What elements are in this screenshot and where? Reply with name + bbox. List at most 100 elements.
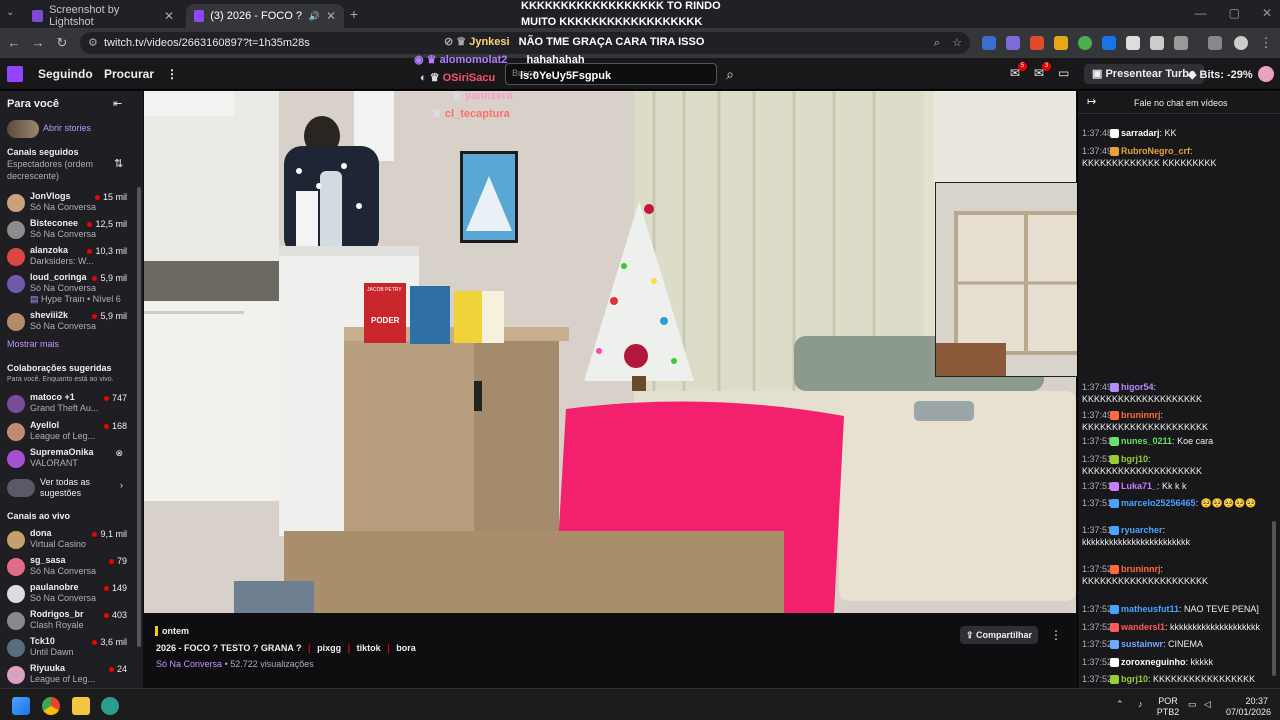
chat-username[interactable]: zoroxneguinho	[1121, 657, 1186, 667]
sidebar-channel[interactable]: Riyuuka League of Leg... 24	[6, 662, 141, 688]
show-more-link[interactable]: Mostrar mais	[7, 339, 59, 349]
close-window-button[interactable]: ✕	[1262, 6, 1272, 20]
chat-username[interactable]: bruninnrj	[1121, 564, 1161, 574]
back-icon[interactable]: ←	[6, 35, 22, 51]
clock-date: 07/01/2026	[1226, 707, 1272, 717]
extension-icon[interactable]	[982, 36, 996, 50]
collapse-sidebar-icon[interactable]: ⇤	[113, 97, 122, 110]
sidebar-channel[interactable]: Tck10 Until Dawn 3,6 mil	[6, 635, 141, 661]
chat-username[interactable]: sustainwr	[1121, 639, 1163, 649]
sidebar-channel[interactable]: paulanobre Só Na Conversa 149	[6, 581, 141, 607]
nav-following[interactable]: Seguindo	[38, 67, 93, 81]
clock[interactable]: 20:37 07/01/2026	[1226, 696, 1272, 718]
chat-username[interactable]: RubroNegro_crf	[1121, 146, 1190, 156]
speaker-icon[interactable]: 🔊	[309, 11, 320, 22]
extension-icon[interactable]	[1030, 36, 1044, 50]
tab-close-icon[interactable]: ✕	[164, 9, 174, 23]
search-input[interactable]: Busca ls:0YeUy5Fsgpuk	[505, 63, 717, 85]
chat-username[interactable]: matheusfut11	[1121, 604, 1179, 614]
sidebar-channel[interactable]: Bisteconee Só Na Conversa 12,5 mil	[6, 217, 141, 243]
sidebar-channel[interactable]: JonVlogs Só Na Conversa 15 mil	[6, 190, 141, 216]
language-indicator[interactable]: POR PTB2	[1155, 696, 1181, 718]
chat-username[interactable]: wandersl1	[1121, 622, 1165, 632]
notifications-badge: 5	[1018, 62, 1027, 71]
sidebar-channel[interactable]: Rodrigos_br Clash Royale 403	[6, 608, 141, 634]
chat-scrollbar[interactable]	[1272, 521, 1276, 676]
share-button[interactable]: ⇪ Compartilhar	[960, 626, 1039, 644]
sidebar-channel[interactable]: SupremaOnika VALORANT ⊗	[6, 446, 141, 472]
chrome-icon[interactable]	[42, 697, 60, 715]
zoom-icon[interactable]: ⌕	[934, 32, 940, 54]
overlay-chat-line: ◉ ♛ alomomolat2 hahahahah	[414, 53, 585, 66]
network-icon[interactable]: ▭	[1188, 699, 1197, 710]
tag-link[interactable]: bora	[396, 643, 416, 653]
see-all-suggestions[interactable]: Ver todas as sugestões ›	[6, 475, 141, 501]
chat-username[interactable]: bgrj10	[1121, 674, 1148, 684]
tray-chevron-icon[interactable]: ⌃	[1116, 699, 1124, 710]
sidebar-channel[interactable]: alanzoka Darksiders: W... 10,3 mil	[6, 244, 141, 270]
volume-icon[interactable]: ◁	[1204, 699, 1211, 710]
bookmark-star-icon[interactable]: ☆	[952, 32, 962, 54]
chat-colon: :	[1160, 410, 1164, 420]
nav-more-icon[interactable]: ⋮	[166, 67, 178, 81]
extension-icon[interactable]	[1006, 36, 1020, 50]
chat-username[interactable]: sarradarj	[1121, 128, 1160, 138]
globe-app-icon[interactable]	[101, 697, 119, 715]
viewer-count: 12,5 mil	[87, 219, 127, 229]
chat-expand-icon[interactable]: ↦	[1087, 95, 1096, 108]
microphone-icon[interactable]: ♪	[1138, 699, 1143, 710]
tab-lightshot[interactable]: Screenshot by Lightshot ✕	[24, 4, 182, 28]
profile-avatar[interactable]	[1234, 36, 1248, 50]
extension-icon[interactable]	[1078, 36, 1092, 50]
extension-icon[interactable]	[1102, 36, 1116, 50]
reload-icon[interactable]: ↻	[54, 35, 70, 51]
chat-username[interactable]: higor54	[1121, 382, 1154, 392]
forward-icon[interactable]: →	[30, 35, 46, 51]
chat-username[interactable]: Luka71_	[1121, 481, 1157, 491]
user-avatar[interactable]	[1258, 66, 1274, 82]
reading-list-icon[interactable]	[1208, 36, 1222, 50]
file-explorer-icon[interactable]	[72, 697, 90, 715]
tab-close-icon[interactable]: ✕	[326, 9, 336, 23]
sidebar-channel[interactable]: dona Virtual Casino 9,1 mil	[6, 527, 141, 553]
chat-text: CINEMA	[1168, 639, 1204, 649]
live-dot-icon	[87, 249, 93, 255]
more-options-icon[interactable]: ⋮	[1050, 628, 1062, 642]
tab-list-icon[interactable]: ⌄	[6, 7, 14, 18]
gift-turbo-button[interactable]: ▣ Presentear Turbo	[1084, 64, 1204, 84]
maximize-button[interactable]: ▢	[1229, 6, 1240, 20]
twitch-logo-icon[interactable]	[7, 66, 23, 82]
extensions-puzzle-icon[interactable]	[1174, 36, 1188, 50]
tab-twitch[interactable]: (3) 2026 - FOCO ? TESTO ? G 🔊 ✕	[186, 4, 344, 28]
tag-link[interactable]: pixgg	[317, 643, 341, 653]
chat-username[interactable]: marcelo25256465	[1121, 498, 1196, 508]
minimize-button[interactable]: —	[1195, 6, 1207, 20]
tag-link[interactable]: tiktok	[357, 643, 381, 653]
new-tab-button[interactable]: +	[346, 6, 362, 22]
chat-username[interactable]: nunes_0211	[1121, 436, 1172, 446]
stories-avatar[interactable]	[7, 120, 39, 138]
tag-separator: |	[308, 643, 311, 653]
chat-username[interactable]: ryuarcher	[1121, 525, 1163, 535]
nav-browse[interactable]: Procurar	[104, 67, 154, 81]
sidebar-channel[interactable]: matoco +1 Grand Theft Au... 747	[6, 391, 141, 417]
chat-badge-icon	[1110, 482, 1119, 492]
search-icon[interactable]: ⌕	[720, 63, 740, 85]
sidebar-channel[interactable]: Ayellol League of Leg... 168	[6, 419, 141, 445]
stories-link[interactable]: Abrir stories	[43, 123, 91, 133]
chat-username[interactable]: bruninnrj	[1121, 410, 1161, 420]
category-link[interactable]: Só Na Conversa	[156, 659, 222, 669]
windows-start-icon[interactable]	[12, 697, 30, 715]
site-info-icon[interactable]: ⚙	[88, 32, 98, 54]
extension-icon[interactable]	[1126, 36, 1140, 50]
browser-menu-icon[interactable]: ⋮	[1258, 35, 1274, 51]
chat-username[interactable]: bgrj10	[1121, 454, 1148, 464]
sidebar-channel[interactable]: sheviii2k Só Na Conversa 5,9 mil	[6, 309, 141, 335]
sort-icon[interactable]: ⇅	[114, 157, 123, 170]
extension-icon[interactable]	[1054, 36, 1068, 50]
sidebar-channel[interactable]: sg_sasa Só Na Conversa 79	[6, 554, 141, 580]
extension-icon[interactable]	[1150, 36, 1164, 50]
bits-button[interactable]: ◆ Bits: -29%	[1188, 68, 1253, 81]
sidebar-scrollbar[interactable]	[137, 187, 141, 647]
inbox-icon[interactable]: ▭	[1058, 66, 1069, 80]
